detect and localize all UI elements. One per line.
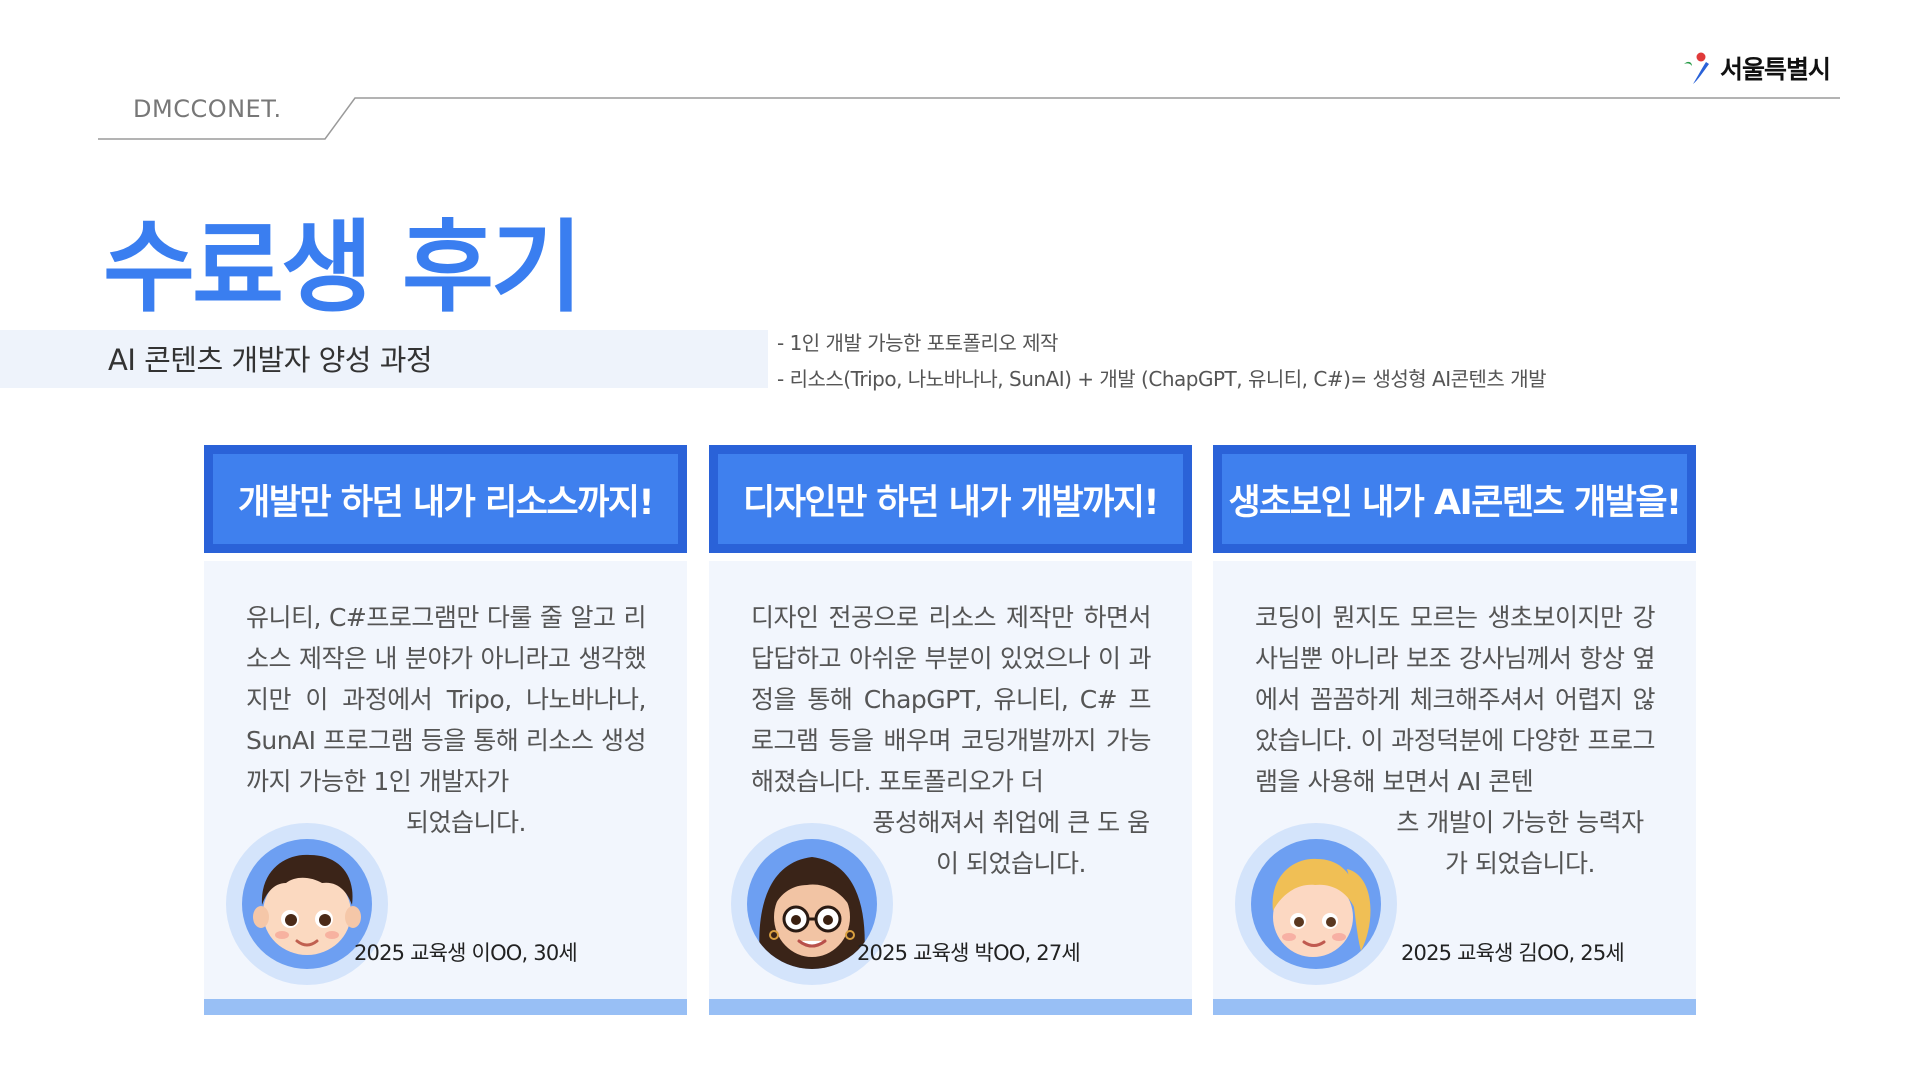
card-body: 코딩이 뭔지도 모르는 생초보이지만 강사님뿐 아니라 보조 강사님께서 항상 … [1213, 561, 1696, 999]
description-line-1: - 1인 개발 가능한 포토폴리오 제작 [777, 331, 1058, 355]
description-line-2: - 리소스(Tripo, 나노바나나, SunAI) + 개발 (ChapGPT… [777, 367, 1547, 391]
review-text: 유니티, C#프로그램만 다룰 줄 알고 리소스 제작은 내 분야가 아니라고 … [246, 603, 647, 837]
brand-name: DMCCONET. [133, 95, 282, 123]
card-footer-bar [204, 999, 687, 1015]
seoul-symbol-icon [1683, 52, 1709, 84]
header-decoration [98, 97, 1840, 140]
review-card-2: 디자인만 하던 내가 개발까지! 디자인 전공으로 리소스 제작만 하면서 답답… [709, 445, 1192, 1015]
student-caption: 2025 교육생 박OO, 27세 [857, 941, 1081, 965]
card-footer-bar [1213, 999, 1696, 1015]
seoul-logo-text: 서울특별시 [1719, 55, 1831, 84]
review-card-1: 개발만 하던 내가 리소스까지! 유니티, C#프로그램만 다룰 줄 알고 리소… [204, 445, 687, 1015]
avatar [1235, 823, 1397, 985]
course-subtitle: AI 콘텐츠 개발자 양성 과정 [108, 343, 433, 377]
card-heading: 생초보인 내가 AI콘텐츠 개발을! [1228, 482, 1682, 523]
card-footer-bar [709, 999, 1192, 1015]
student-caption: 2025 교육생 이OO, 30세 [354, 941, 578, 965]
card-header: 생초보인 내가 AI콘텐츠 개발을! [1213, 445, 1696, 553]
seoul-logo[interactable]: 서울특별시 [1676, 48, 1831, 88]
blonde-girl-avatar-icon [1272, 858, 1371, 957]
card-heading: 디자인만 하던 내가 개발까지! [743, 482, 1159, 523]
student-caption: 2025 교육생 김OO, 25세 [1401, 941, 1625, 965]
review-card-3: 생초보인 내가 AI콘텐츠 개발을! 코딩이 뭔지도 모르는 생초보이지만 강사… [1213, 445, 1696, 1015]
course-description: - 1인 개발 가능한 포토폴리오 제작 - 리소스(Tripo, 나노바나나,… [777, 325, 1547, 397]
card-heading: 개발만 하던 내가 리소스까지! [238, 482, 654, 523]
card-header: 개발만 하던 내가 리소스까지! [204, 445, 687, 553]
boy-avatar-icon [253, 854, 361, 955]
card-body: 디자인 전공으로 리소스 제작만 하면서 답답하고 아쉬운 부분이 있었으나 이… [709, 561, 1192, 999]
card-header: 디자인만 하던 내가 개발까지! [709, 445, 1192, 553]
card-body: 유니티, C#프로그램만 다룰 줄 알고 리소스 제작은 내 분야가 아니라고 … [204, 561, 687, 999]
page-title: 수료생 후기 [103, 209, 583, 326]
